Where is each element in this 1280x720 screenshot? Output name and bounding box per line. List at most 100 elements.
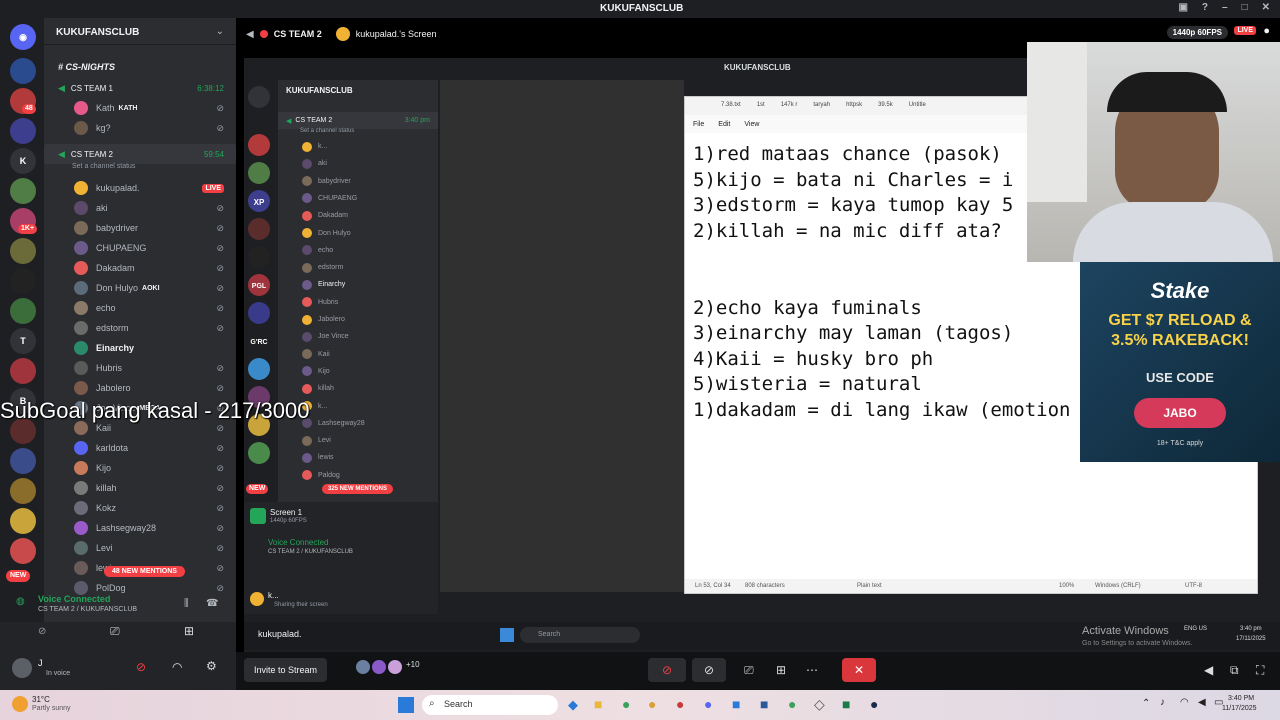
more-icon[interactable]: ⋯ xyxy=(806,658,818,682)
volume-icon[interactable]: ◀ xyxy=(1198,697,1206,708)
chevron-down-icon[interactable]: ⌄ xyxy=(216,26,224,37)
voice-user[interactable]: Lashsegway28 ⊘ xyxy=(44,518,236,538)
app-icon[interactable]: ■ xyxy=(842,696,850,712)
voice-user[interactable]: Dakadam ⊘ xyxy=(44,258,236,278)
new-mentions-pill[interactable]: 48 NEW MENTIONS xyxy=(104,566,185,577)
server-icon[interactable] xyxy=(10,118,36,144)
voice-user[interactable]: echo ⊘ xyxy=(44,298,236,318)
gear-icon[interactable]: ⚙ xyxy=(206,659,217,673)
mute-icon[interactable]: ⊘ xyxy=(136,660,146,674)
app-icon[interactable]: ■ xyxy=(760,696,768,712)
server-icon[interactable] xyxy=(10,508,36,534)
share-screen-icon[interactable]: ⎚ xyxy=(744,658,754,682)
notepad-tab[interactable]: 147k r xyxy=(781,102,798,115)
voice-user[interactable]: Hubris ⊘ xyxy=(44,358,236,378)
chrome-icon[interactable]: ● xyxy=(788,696,796,712)
voice-user[interactable]: edstorm ⊘ xyxy=(44,318,236,338)
server-icon[interactable]: T xyxy=(10,328,36,354)
activities-icon[interactable]: ⊞ xyxy=(184,624,194,638)
notepad-tab[interactable]: Untitle xyxy=(909,102,926,115)
avatar[interactable] xyxy=(12,658,32,678)
voice-user[interactable]: CHUPAENG ⊘ xyxy=(44,238,236,258)
discord-icon[interactable]: ● xyxy=(704,696,712,712)
voice-user[interactable]: killah ⊘ xyxy=(44,478,236,498)
app-icon[interactable]: ◇ xyxy=(814,696,825,713)
chrome-icon[interactable]: ● xyxy=(648,696,656,712)
mute-icon[interactable]: ⊘ xyxy=(648,658,686,682)
voice-user[interactable]: Kath KATH ⊘ xyxy=(44,98,236,118)
start-icon[interactable] xyxy=(398,697,414,713)
server-icon[interactable] xyxy=(10,538,36,564)
notepad-tab[interactable]: httpsk xyxy=(846,102,862,115)
viewer-avatars[interactable]: +10 xyxy=(356,660,420,674)
notepad-tab[interactable]: 7.38.txt xyxy=(721,102,741,115)
volume-icon[interactable]: ◀ xyxy=(1204,658,1213,682)
clock[interactable]: 3:40 PM xyxy=(1228,695,1254,702)
weather-icon[interactable] xyxy=(12,696,28,712)
date[interactable]: 11/17/2025 xyxy=(1222,705,1257,712)
chevron-up-icon[interactable]: ⌃ xyxy=(1142,698,1150,709)
voice-user[interactable]: Levi ⊘ xyxy=(44,538,236,558)
share-screen-icon[interactable]: ⎚ xyxy=(110,624,120,639)
server-icon[interactable]: K xyxy=(10,148,36,174)
invite-to-stream-button[interactable]: Invite to Stream xyxy=(244,658,328,682)
server-name[interactable]: KUKUFANSCLUB xyxy=(56,27,139,38)
server-icon[interactable] xyxy=(10,58,36,84)
voice-user[interactable]: Einarchy xyxy=(44,338,236,358)
notepad-menu-item[interactable]: Edit xyxy=(718,121,730,133)
voice-user[interactable]: Jabolero ⊘ xyxy=(44,378,236,398)
notepad-tab[interactable]: taryah xyxy=(813,102,830,115)
wifi-icon[interactable]: ◠ xyxy=(1180,697,1189,708)
chrome-icon[interactable]: ● xyxy=(622,696,630,712)
activities-icon[interactable]: ⊞ xyxy=(776,658,786,682)
noise-suppression-icon[interactable]: ⫼ xyxy=(184,598,189,609)
voice-user[interactable]: karldota ⊘ xyxy=(44,438,236,458)
voice-status[interactable]: Voice Connected xyxy=(38,594,110,604)
voice-user[interactable]: aki ⊘ xyxy=(44,198,236,218)
voice-channel-cs-team-1[interactable]: ◀ CS TEAM 1 6:38:12 xyxy=(44,78,236,98)
fullscreen-icon[interactable]: ⛶ xyxy=(1256,658,1264,682)
voice-user[interactable]: Kokz ⊘ xyxy=(44,498,236,518)
notepad-menu-item[interactable]: File xyxy=(693,121,704,133)
headphones-icon[interactable]: ◠ xyxy=(172,660,182,674)
notepad-tab[interactable]: 39.5k xyxy=(878,102,893,115)
close-icon[interactable]: ✕ xyxy=(1262,2,1270,13)
camera-icon[interactable]: ⊘ xyxy=(692,658,726,682)
user-name: Levi xyxy=(318,437,331,445)
server-icon[interactable] xyxy=(10,298,36,324)
voice-user[interactable]: kukupalad. LIVE xyxy=(44,178,236,198)
server-icon[interactable] xyxy=(10,448,36,474)
chrome-icon[interactable]: ● xyxy=(676,696,684,712)
voice-channel-cs-team-2[interactable]: ◀ CS TEAM 2 59:54 xyxy=(44,144,236,164)
voice-user[interactable]: Kijo ⊘ xyxy=(44,458,236,478)
server-icon[interactable] xyxy=(10,358,36,384)
disconnect-icon[interactable]: ☎ xyxy=(206,598,218,609)
camera-icon[interactable]: ⊘ xyxy=(38,626,46,637)
server-icon[interactable] xyxy=(10,238,36,264)
voice-user[interactable]: kg? ⊘ xyxy=(44,118,236,138)
channel-status[interactable]: Set a channel status xyxy=(72,163,135,170)
popout-icon[interactable]: ⧉ xyxy=(1230,658,1239,682)
server-icon[interactable] xyxy=(10,478,36,504)
disconnect-icon[interactable]: ✕ xyxy=(842,658,876,682)
steam-icon[interactable]: ● xyxy=(870,696,878,712)
mic-icon[interactable]: ♪ xyxy=(1160,697,1165,708)
voice-user[interactable]: babydriver ⊘ xyxy=(44,218,236,238)
voice-user[interactable]: Don Hulyo AOKI ⊘ xyxy=(44,278,236,298)
inbox-icon[interactable]: ▣ xyxy=(1178,2,1187,13)
user-icon[interactable]: ● xyxy=(1263,25,1270,37)
folder-icon[interactable]: ■ xyxy=(594,696,602,712)
category-header[interactable]: # CS-NIGHTS xyxy=(58,62,115,72)
maximize-icon[interactable]: □ xyxy=(1242,2,1248,13)
home-discord-icon[interactable]: ◉ xyxy=(10,24,36,50)
app-icon[interactable]: ◆ xyxy=(568,697,578,713)
notepad-icon[interactable]: ■ xyxy=(732,696,740,712)
server-icon[interactable] xyxy=(10,268,36,294)
notepad-tab[interactable]: 1st xyxy=(757,102,765,115)
notepad-menu-item[interactable]: View xyxy=(744,121,759,133)
stage-channel[interactable]: CS TEAM 2 xyxy=(274,29,322,39)
minimize-icon[interactable]: – xyxy=(1222,2,1228,13)
help-icon[interactable]: ? xyxy=(1202,2,1208,13)
server-icon[interactable] xyxy=(10,178,36,204)
taskbar-search[interactable]: ⌕ Search xyxy=(422,695,558,715)
